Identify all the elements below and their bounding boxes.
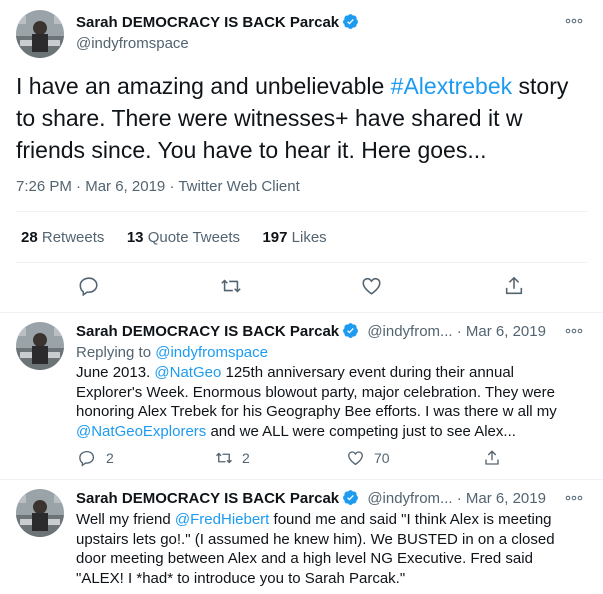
separator: · [456, 490, 462, 507]
retweet-count: 2 [242, 450, 250, 466]
replying-handle-link[interactable]: @indyfromspace [155, 344, 268, 361]
verified-badge-icon [343, 323, 359, 338]
separator: · [456, 323, 462, 340]
divider [16, 211, 587, 212]
likes-count: 197 [262, 229, 288, 246]
mention-link[interactable]: @FredHiebert [175, 511, 269, 528]
reply-text: June 2013. @NatGeo 125th anniversary eve… [76, 363, 581, 441]
like-button[interactable] [360, 275, 383, 297]
mention-link[interactable]: @NatGeo [154, 364, 221, 381]
avatar[interactable] [16, 322, 64, 370]
reply-button[interactable]: 2 [78, 449, 114, 467]
likes-stat[interactable]: 197 Likes [262, 229, 326, 246]
retweet-icon [216, 452, 232, 464]
hashtag-link[interactable]: #Alextrebek [391, 73, 512, 99]
retweets-count: 28 [21, 229, 38, 246]
verified-badge-icon [343, 490, 359, 505]
separator: · [76, 178, 82, 195]
replying-to: Replying to @indyfromspace [76, 344, 268, 361]
reply-text-part: Well my friend [76, 511, 175, 528]
reply-header: Sarah DEMOCRACY IS BACK Parcak @indyfrom… [76, 322, 546, 340]
quote-tweets-stat[interactable]: 13 Quote Tweets [127, 229, 240, 246]
retweet-button[interactable] [219, 275, 243, 297]
reply-text-part: June 2013. [76, 364, 155, 381]
author-handle[interactable]: @indyfrom... [367, 323, 452, 340]
divider [0, 479, 603, 480]
divider [0, 312, 603, 313]
reply-text-part: and we ALL were competing just to see Al… [206, 422, 516, 440]
replying-label: Replying to [76, 344, 156, 361]
more-options-icon[interactable] [563, 487, 585, 509]
reply-icon [79, 450, 95, 467]
tweet-meta: 7:26 PM · Mar 6, 2019 · Twitter Web Clie… [16, 178, 300, 195]
more-options-icon[interactable] [563, 320, 585, 342]
quotes-count: 13 [126, 229, 144, 246]
retweets-stat[interactable]: 28 Retweets [21, 229, 104, 246]
avatar[interactable] [16, 489, 64, 537]
retweets-label: Retweets [41, 229, 105, 246]
share-icon [485, 450, 499, 465]
avatar[interactable] [16, 10, 64, 58]
heart-icon [348, 451, 363, 466]
retweet-button[interactable]: 2 [214, 449, 250, 467]
divider [16, 262, 587, 263]
separator: · [169, 178, 175, 195]
tweet-text: I have an amazing and unbelievable #Alex… [16, 70, 586, 166]
reply-header: Sarah DEMOCRACY IS BACK Parcak @indyfrom… [76, 489, 546, 507]
author-handle[interactable]: @indyfromspace [76, 35, 189, 52]
engagement-stats: 28 Retweets 13 Quote Tweets 197 Likes [21, 229, 345, 247]
reply-icon [79, 277, 98, 297]
tweet-text-part: I have an amazing and unbelievable [16, 73, 391, 99]
like-button[interactable]: 70 [346, 449, 390, 467]
tweet-source[interactable]: Twitter Web Client [178, 178, 299, 195]
tweet-date[interactable]: Mar 6, 2019 [466, 490, 546, 507]
author-name[interactable]: Sarah DEMOCRACY IS BACK Parcak [76, 490, 339, 507]
verified-badge-icon [343, 14, 359, 29]
author-name[interactable]: Sarah DEMOCRACY IS BACK Parcak [76, 323, 339, 340]
tweet-time[interactable]: 7:26 PM [16, 178, 72, 195]
author-name-label: Sarah DEMOCRACY IS BACK Parcak [76, 14, 340, 31]
likes-label: Likes [291, 229, 327, 246]
author-name[interactable]: Sarah DEMOCRACY IS BACK Parcak [76, 13, 359, 32]
tweet-date[interactable]: Mar 6, 2019 [85, 178, 165, 195]
share-icon [505, 276, 523, 295]
retweet-icon [221, 279, 241, 293]
more-options-icon[interactable] [563, 10, 585, 32]
tweet-date[interactable]: Mar 6, 2019 [466, 323, 546, 340]
share-button[interactable] [483, 449, 501, 467]
reply-text: Well my friend @FredHiebert found me and… [76, 510, 581, 588]
quotes-label: Quote Tweets [147, 229, 240, 246]
heart-icon [362, 277, 381, 295]
author-handle[interactable]: @indyfrom... [367, 490, 452, 507]
mention-link[interactable]: @NatGeoExplorers [76, 423, 206, 440]
like-count: 70 [374, 450, 390, 466]
reply-count: 2 [106, 450, 114, 466]
reply-button[interactable] [78, 275, 100, 297]
share-button[interactable] [503, 275, 525, 297]
